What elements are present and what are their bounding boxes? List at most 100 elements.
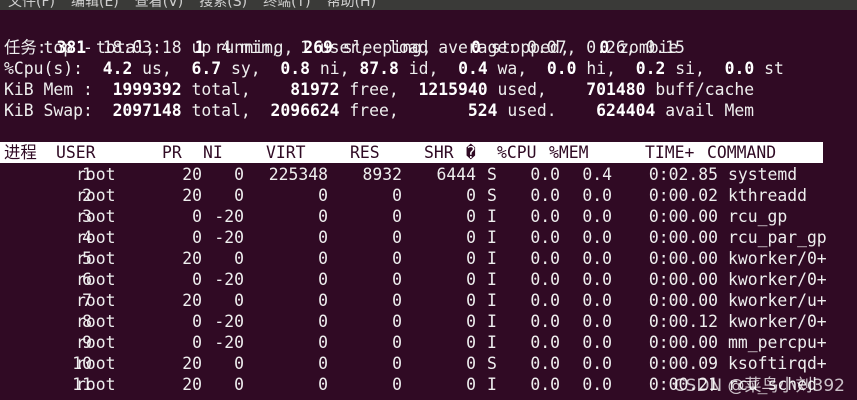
table-row[interactable]: 3 root 0 -20 0 0 0 I 0.0 0.0 0:00.00 rcu_gp bbox=[0, 206, 857, 227]
swap-line: KiB Swap: 2097148 total, 2096624 free, 5… bbox=[4, 100, 754, 121]
cell-time: 0:00.12 bbox=[648, 312, 718, 331]
cell-ni: 0 bbox=[234, 165, 244, 184]
cpu-sy: 6.7 bbox=[191, 59, 222, 78]
cell-command: rcu_gp bbox=[728, 207, 788, 226]
cell-res: 0 bbox=[392, 228, 402, 247]
header-user[interactable]: USER bbox=[56, 142, 95, 163]
header-pid[interactable]: 进程 bbox=[4, 142, 37, 163]
tasks-sleeping: 269 bbox=[303, 38, 333, 57]
table-row[interactable]: 7 root 20 0 0 0 0 I 0.0 0.0 0:00.00 kworker/u+ bbox=[0, 290, 857, 311]
cpu-wa-label: wa, bbox=[487, 59, 528, 78]
header-res[interactable]: RES bbox=[350, 142, 380, 163]
cell-time: 0:00.02 bbox=[648, 186, 718, 205]
swap-free: 2096624 bbox=[270, 101, 340, 120]
tasks-zombie: 0 bbox=[599, 38, 610, 57]
tasks-sleeping-label: sleeping, bbox=[332, 38, 432, 57]
cell-command: kworker/u+ bbox=[728, 291, 827, 310]
header-command[interactable]: COMMAND bbox=[707, 142, 776, 163]
cpu-st-label: st bbox=[754, 59, 784, 78]
terminal-menubar: 文件(F) 编辑(E) 查看(V) 搜索(S) 终端(T) 帮助(H) bbox=[0, 0, 857, 10]
table-row[interactable]: 4 root 0 -20 0 0 0 I 0.0 0.0 0:00.00 rcu_par_gp bbox=[0, 227, 857, 248]
cell-command: rcu_par_gp bbox=[728, 228, 827, 247]
cell-user: root bbox=[76, 249, 116, 268]
header-mem[interactable]: %MEM bbox=[549, 142, 588, 163]
cell-user: root bbox=[76, 354, 116, 373]
cell-shr: 0 bbox=[466, 333, 476, 352]
cell-shr: 0 bbox=[466, 291, 476, 310]
table-row[interactable]: 2 root 20 0 0 0 0 S 0.0 0.0 0:00.02 kthreadd bbox=[0, 185, 857, 206]
uptime-line: top - 18:03:18 up 4 min, 1 user, load av… bbox=[4, 16, 684, 57]
cell-virt: 0 bbox=[318, 228, 328, 247]
header-shr[interactable]: SHR bbox=[424, 142, 454, 163]
tasks-line: 任务: 381 total, 1 running, 269 sleeping, … bbox=[4, 37, 678, 58]
cell-time: 0:00.00 bbox=[648, 249, 718, 268]
menu-item[interactable]: 查看(V) bbox=[135, 0, 184, 10]
cell-user: root bbox=[76, 228, 116, 247]
mem-line: KiB Mem : 1999392 total, 81972 free, 121… bbox=[4, 79, 754, 100]
cell-shr: 0 bbox=[466, 249, 476, 268]
cell-virt: 0 bbox=[318, 333, 328, 352]
cell-ni: 0 bbox=[234, 375, 244, 394]
table-row[interactable]: 5 root 20 0 0 0 0 I 0.0 0.0 0:00.00 kworker/0+ bbox=[0, 248, 857, 269]
header-cpu[interactable]: %CPU bbox=[497, 142, 536, 163]
cell-cpu: 0.0 bbox=[530, 333, 560, 352]
terminal-output[interactable]: top - 18:03:18 up 4 min, 1 user, load av… bbox=[0, 10, 857, 400]
table-row[interactable]: 6 root 0 -20 0 0 0 I 0.0 0.0 0:00.00 kworker/0+ bbox=[0, 269, 857, 290]
cpu-si: 0.2 bbox=[635, 59, 666, 78]
cell-shr: 0 bbox=[466, 186, 476, 205]
cell-res: 0 bbox=[392, 270, 402, 289]
swap-used-label: used. bbox=[497, 101, 557, 120]
cell-mem: 0.0 bbox=[582, 291, 612, 310]
cell-ni: -20 bbox=[214, 312, 244, 331]
cpu-st: 0.0 bbox=[724, 59, 755, 78]
menu-item[interactable]: 文件(F) bbox=[8, 0, 55, 10]
cell-res: 0 bbox=[392, 312, 402, 331]
cell-mem: 0.0 bbox=[582, 375, 612, 394]
table-row[interactable]: 1 root 20 0 225348 8932 6444 S 0.0 0.4 0:02.85 syst… bbox=[0, 164, 857, 185]
mem-cache: 701480 bbox=[586, 80, 646, 99]
menu-item[interactable]: 终端(T) bbox=[263, 0, 310, 10]
cpu-id: 87.8 bbox=[359, 59, 399, 78]
cell-mem: 0.0 bbox=[582, 207, 612, 226]
cell-s: I bbox=[487, 375, 497, 394]
cpu-hi-label: hi, bbox=[576, 59, 617, 78]
cell-s: I bbox=[487, 270, 497, 289]
cell-cpu: 0.0 bbox=[530, 165, 560, 184]
cell-ni: -20 bbox=[214, 270, 244, 289]
cell-ni: 0 bbox=[234, 291, 244, 310]
cell-ni: 0 bbox=[234, 186, 244, 205]
cell-virt: 0 bbox=[318, 291, 328, 310]
mem-cache-label: buff/cache bbox=[645, 80, 755, 99]
cell-cpu: 0.0 bbox=[530, 375, 560, 394]
header-ni[interactable]: NI bbox=[203, 142, 223, 163]
cell-pr: 0 bbox=[192, 207, 202, 226]
tasks-total: 381 bbox=[56, 38, 87, 57]
cell-s: S bbox=[487, 186, 497, 205]
menu-item[interactable]: 搜索(S) bbox=[199, 0, 247, 10]
cell-res: 0 bbox=[392, 291, 402, 310]
cell-s: S bbox=[487, 165, 497, 184]
cell-s: S bbox=[487, 354, 497, 373]
menu-item[interactable]: 帮助(H) bbox=[327, 0, 376, 10]
cell-command: systemd bbox=[728, 165, 798, 184]
cell-user: root bbox=[76, 165, 116, 184]
header-time[interactable]: TIME+ bbox=[645, 142, 694, 163]
cell-time: 0:00.00 bbox=[648, 270, 718, 289]
table-row[interactable]: 8 root 0 -20 0 0 0 I 0.0 0.0 0:00.12 kworker/0+ bbox=[0, 311, 857, 332]
table-row[interactable]: 9 root 0 -20 0 0 0 I 0.0 0.0 0:00.00 mm_percpu+ bbox=[0, 332, 857, 353]
menu-item[interactable]: 编辑(E) bbox=[71, 0, 119, 10]
cell-shr: 0 bbox=[466, 228, 476, 247]
header-virt[interactable]: VIRT bbox=[266, 142, 305, 163]
menu-row: 文件(F) 编辑(E) 查看(V) 搜索(S) 终端(T) 帮助(H) bbox=[8, 0, 376, 10]
process-table-header: 进程 USER PR NI VIRT RES SHR � %CPU %MEM T… bbox=[0, 142, 823, 163]
cell-user: root bbox=[76, 333, 116, 352]
cell-pr: 0 bbox=[192, 333, 202, 352]
cell-time: 0:00.00 bbox=[648, 333, 718, 352]
cpu-us: 4.2 bbox=[102, 59, 133, 78]
cpu-si-label: si, bbox=[665, 59, 705, 78]
header-pr[interactable]: PR bbox=[162, 142, 182, 163]
cell-mem: 0.0 bbox=[582, 249, 612, 268]
cell-shr: 6444 bbox=[436, 165, 476, 184]
cell-s: I bbox=[487, 228, 497, 247]
tasks-zombie-label: zombie bbox=[609, 38, 679, 57]
